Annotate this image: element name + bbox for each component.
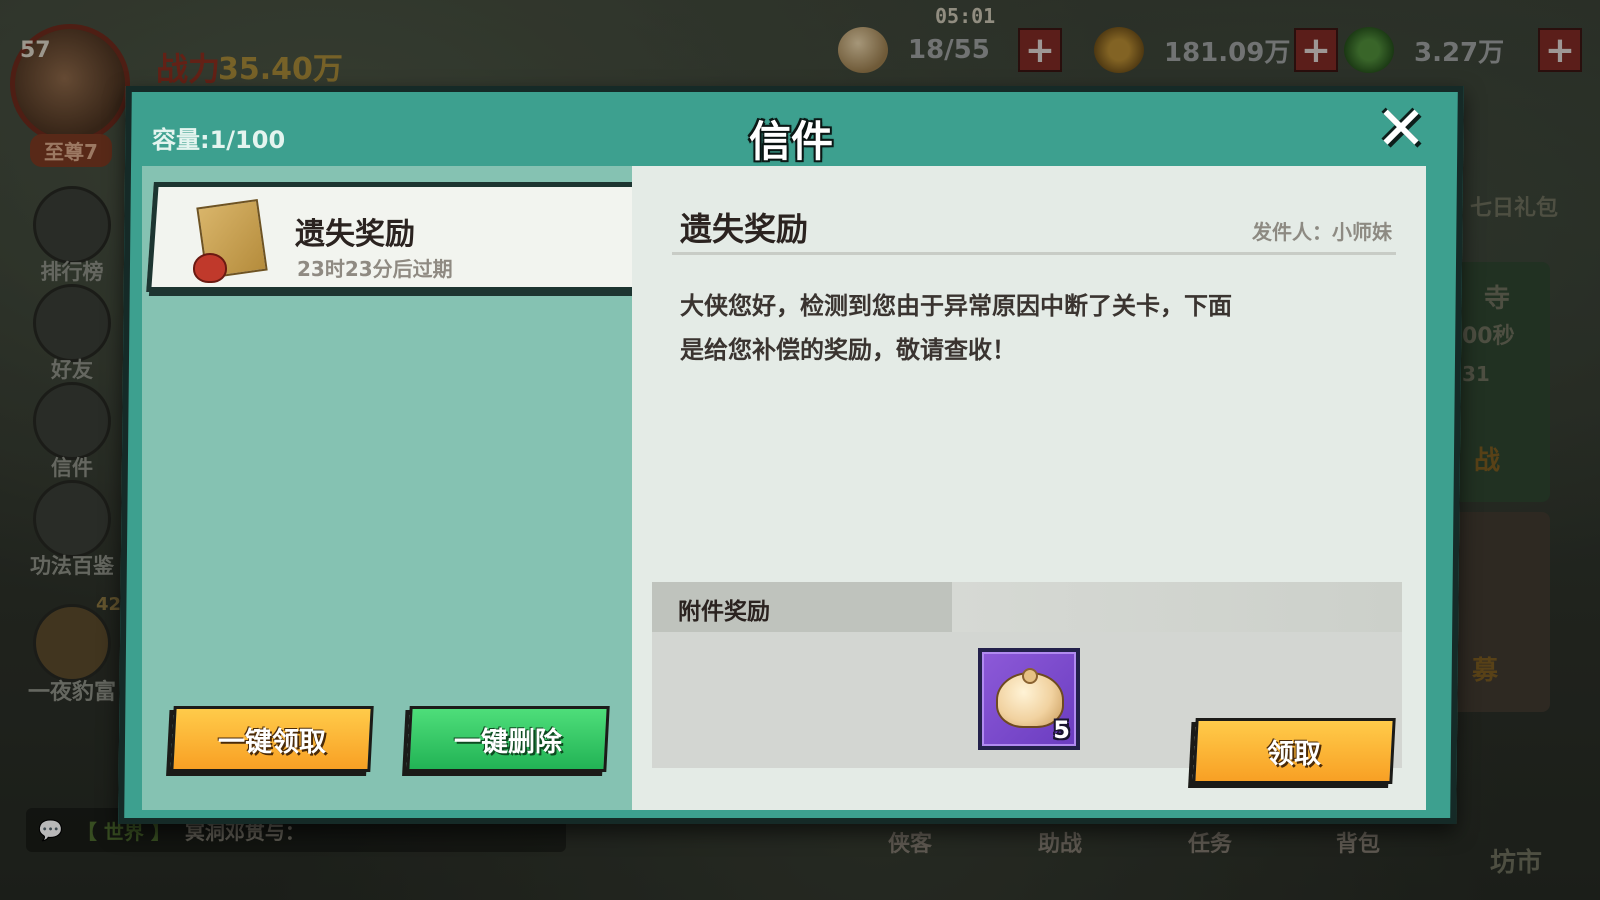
claim-all-button[interactable]: 一键领取 [170,706,374,772]
mail-dialog: 容量:1/100 信件 ✕ 遗失奖励 23时23分后过期 一键领取 一键删除 遗… [118,86,1464,824]
sender-name: 小师妹 [1332,220,1392,244]
sender-label: 发件人： [1252,220,1332,244]
dialog-title: 信件 [748,117,833,166]
sender-line: 发件人：小师妹 [1252,216,1392,245]
attachment-label: 附件奖励 [678,599,770,625]
delete-all-label: 一键删除 [454,726,562,758]
mail-list-item[interactable]: 遗失奖励 23时23分后过期 [146,182,646,292]
mail-body-line: 是给您补偿的奖励，敬请查收！ [680,336,1016,364]
delete-all-button[interactable]: 一键删除 [406,706,610,772]
mail-item-expiry: 23时23分后过期 [297,257,453,281]
close-icon[interactable]: ✕ [1372,94,1430,164]
item-count: 5 [1053,716,1070,744]
claim-all-label: 一键领取 [218,726,326,758]
detail-title: 遗失奖励 [680,210,809,248]
divider [672,252,1396,255]
mail-list: 遗失奖励 23时23分后过期 一键领取 一键删除 [142,166,646,810]
mail-body: 大侠您好，检测到您由于异常原因中断了关卡，下面 是给您补偿的奖励，敬请查收！ [680,284,1330,372]
pouch-icon [193,253,227,283]
reward-item-slot[interactable]: 5 [978,648,1080,750]
bun-top-decoration [1022,668,1038,684]
attachment-header: 附件奖励 [652,582,1402,632]
mail-detail: 遗失奖励 发件人：小师妹 大侠您好，检测到您由于异常原因中断了关卡，下面 是给您… [632,166,1426,810]
claim-button[interactable]: 领取 [1192,718,1396,784]
claim-label: 领取 [1267,738,1321,770]
mail-item-title: 遗失奖励 [295,217,415,252]
mail-body-line: 大侠您好，检测到您由于异常原因中断了关卡，下面 [680,292,1232,320]
